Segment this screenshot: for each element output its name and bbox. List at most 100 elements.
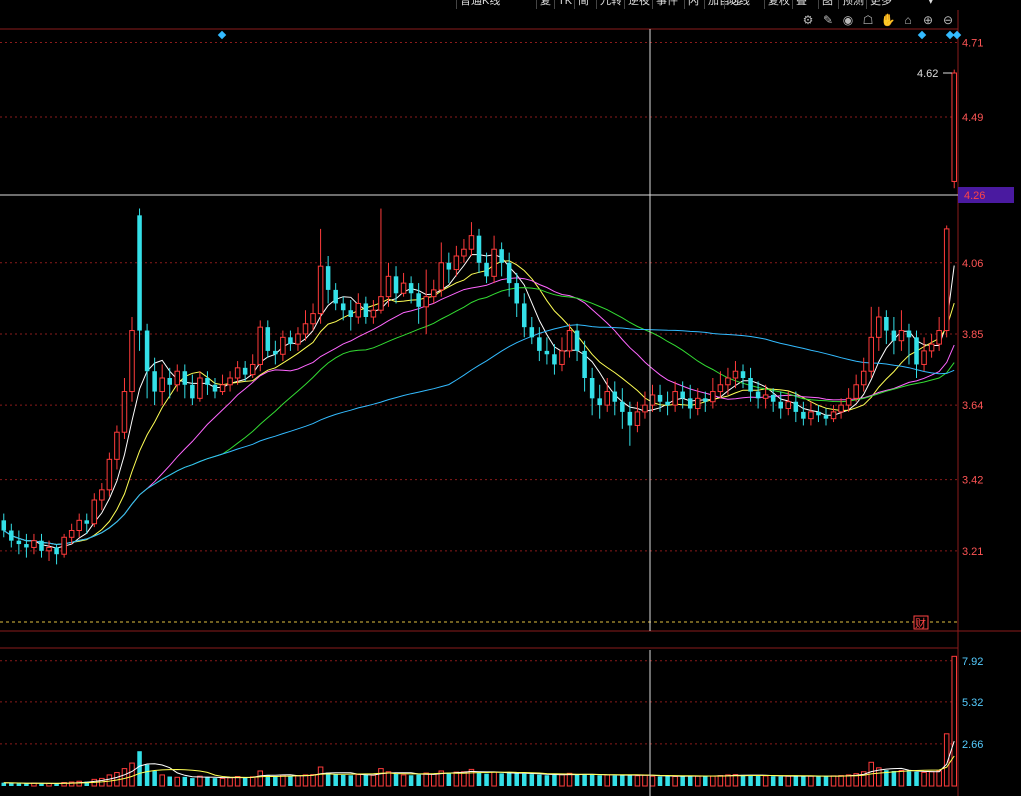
volume-bar [273,776,278,786]
candle-body [672,391,678,406]
candle-body [212,384,218,392]
volume-bar [340,774,346,786]
volume-bar [665,775,670,786]
candle-body [914,337,919,365]
candle-body [54,547,59,555]
candle-body [24,544,29,548]
candle-body [801,411,806,419]
volume-bar [762,775,769,787]
candle-body [190,384,195,399]
volume-bar [582,774,587,786]
max-price-label: 4.62 [917,68,938,80]
candle-body [589,378,595,399]
candle-body [257,326,264,365]
finance-marker: 财 [915,616,926,630]
candle-body [468,235,475,250]
candle-body [16,540,22,545]
candle-body [876,316,882,338]
candle-body [785,401,792,410]
volume-bar [152,770,157,786]
candle-body [249,363,256,376]
candle-body [732,370,739,379]
volume-bar [484,773,489,786]
volume-bar [499,773,504,786]
candle-body [273,350,278,355]
candle-body [242,367,248,375]
price-tick-label: 4.06 [962,258,983,270]
candle-body [340,303,346,311]
candle-body [778,401,783,409]
candle-body [943,228,950,332]
candle-body [400,282,407,294]
candle-body [446,262,452,270]
candle-body [31,540,37,548]
ma20-line [3,277,955,546]
event-marker-icon [917,30,927,40]
candle-body [951,72,957,182]
volume-bar [333,774,338,786]
candle-body [740,371,746,378]
volume-bar [310,774,316,787]
volume-bar [355,774,362,787]
volume-bar [167,776,172,786]
candle-body [159,377,165,393]
candle-body [484,262,489,277]
candle-body [317,265,324,315]
candle-body [717,384,724,393]
candle-body [499,249,504,263]
volume-bar [302,774,309,787]
kline-chart[interactable]: 4.71 4.49 3.85 3.64 3.42 3.21 4.06 7.92 5.32 2.66… [0,0,1021,796]
volume-bar [144,764,150,786]
candle-body [174,370,181,386]
candle-body [106,458,113,491]
price-tick-label: 4.71 [962,38,983,50]
candle-body [68,530,75,538]
candle-body [205,378,210,385]
volume-bar [400,774,407,787]
volume-bar [76,780,82,787]
candle-body [830,411,837,420]
candle-body [385,275,392,298]
volume-bar [363,774,369,786]
volume-bar [491,771,497,787]
candle-body [860,370,867,386]
volume-bar [642,774,648,787]
volume-bar [687,775,693,786]
volume-bar [612,775,618,786]
volume-bar [830,775,837,787]
candle-body [687,398,693,409]
candle-body [574,330,580,351]
volume-bar [808,775,814,787]
candle-body [710,391,716,403]
volume-bar [423,772,429,787]
volume-bar [845,774,852,787]
volume-bar [604,774,610,787]
volume-bar [54,783,59,786]
volume-bar [9,783,14,786]
candle-body [694,397,701,410]
volume-bar [785,775,792,787]
volume-bar [620,774,625,786]
volume-bar [559,774,565,787]
volume-bar [348,775,354,786]
price-tick-label: 3.21 [962,546,983,558]
candle-body [234,367,241,379]
candle-body [838,404,844,413]
candle-body [378,296,384,311]
volume-bar [280,774,286,787]
candle-body [476,235,482,263]
volume-bar [936,770,942,787]
price-tick-label: 3.64 [962,400,983,412]
candle-body [506,262,512,284]
volume-bar [537,774,542,786]
candle-body [461,248,467,257]
volume-bar [914,771,919,786]
volume-bar [325,772,331,786]
candle-body [566,330,573,352]
volume-bar [190,778,195,786]
volume-bar [680,776,685,786]
volume-bar [906,771,912,786]
candle-body [544,350,550,355]
volume-bar [393,773,399,786]
candle-body [597,398,602,406]
